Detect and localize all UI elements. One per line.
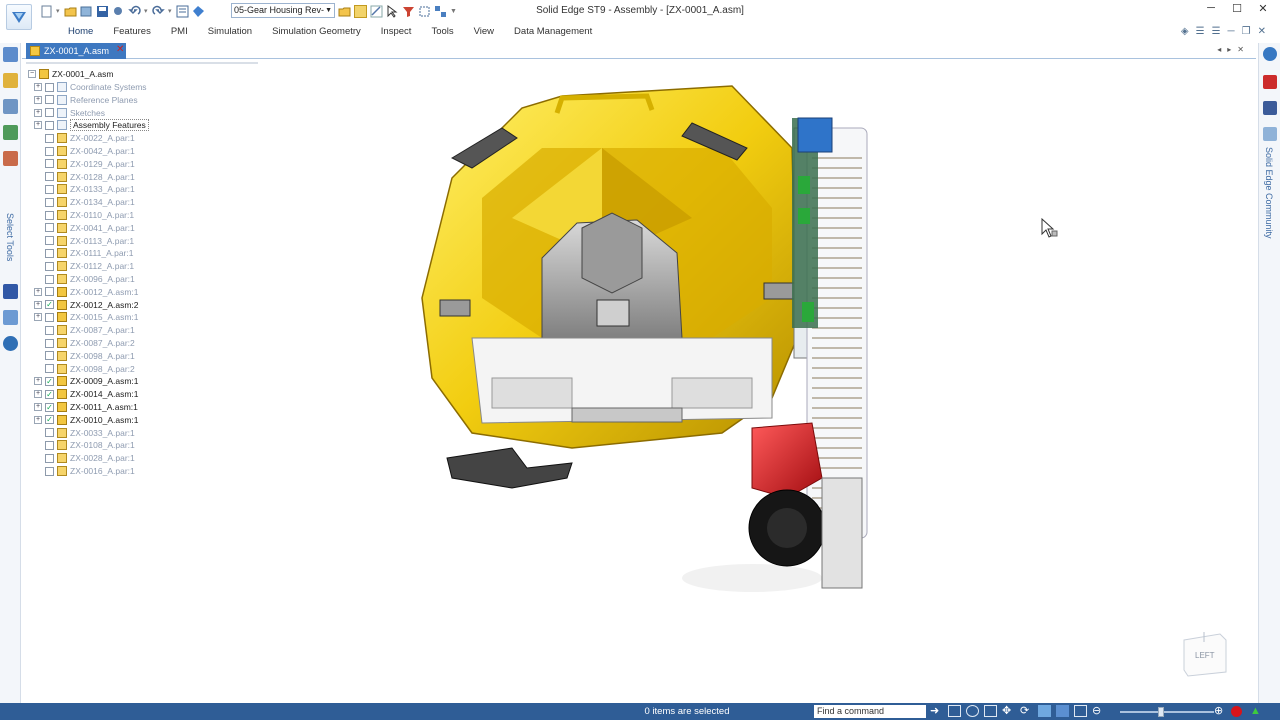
status-bar: 0 items are selected Find a command ➜ ✥ …	[0, 703, 1280, 720]
tab-pmi[interactable]: PMI	[161, 22, 198, 42]
tab-home[interactable]: Home	[58, 22, 103, 42]
window-title: Solid Edge ST9 - Assembly - [ZX-0001_A.a…	[536, 5, 744, 16]
select-tools-tab[interactable]: Select Tools	[4, 213, 16, 273]
list-icon[interactable]: ☰	[1196, 26, 1205, 37]
view-tools: ➜ ✥ ⟳ ⊖	[930, 705, 1105, 717]
sensors-icon[interactable]	[3, 151, 18, 166]
minimize-icon[interactable]: ─	[1202, 2, 1220, 15]
zoom-in-icon[interactable]: ⊕	[1214, 705, 1227, 717]
zoom-slider-thumb[interactable]	[1158, 707, 1164, 717]
tab-simulation[interactable]: Simulation	[198, 22, 262, 42]
color-manager-icon[interactable]	[3, 284, 18, 299]
shaded-view-icon[interactable]	[1056, 705, 1069, 717]
community-icon[interactable]	[1263, 127, 1277, 141]
window-controls: ─ ☐ ✕	[1202, 2, 1272, 15]
mouse-cursor-icon	[1041, 218, 1058, 238]
maximize-icon[interactable]: ☐	[1228, 2, 1246, 15]
ribbon-minimize-icon[interactable]: ─	[1228, 26, 1235, 37]
zoom-out-icon[interactable]: ⊖	[1092, 705, 1105, 717]
document-tab[interactable]: ZX-0001_A.asm	[26, 43, 126, 59]
chevron-right-icon[interactable]: ▸	[1227, 45, 1231, 54]
community-label: Solid Edge Community	[1264, 147, 1274, 239]
tabs-close-icon[interactable]: ✕	[1237, 45, 1244, 54]
diamond-icon[interactable]: ◈	[1181, 26, 1189, 37]
ribbon-right-controls: ◈ ☰ ☰ ─ ❐ ✕	[1181, 26, 1266, 37]
rotate-icon[interactable]: ⟳	[1020, 705, 1033, 717]
fit-view-icon[interactable]	[948, 705, 961, 717]
view-cube-label: LEFT	[1195, 651, 1215, 660]
gear-housing-assembly-model[interactable]	[392, 38, 912, 598]
tab-features[interactable]: Features	[103, 22, 161, 42]
pathfinder-icon[interactable]	[3, 47, 18, 62]
upload-icon[interactable]: ▲	[1250, 706, 1263, 718]
close-icon[interactable]: ✕	[1254, 2, 1272, 15]
zoom-icon[interactable]	[966, 705, 979, 717]
left-dock-toolbar: Select Tools	[0, 43, 21, 703]
arrow-right-icon[interactable]: ➜	[930, 705, 943, 717]
sketch-view-icon[interactable]	[1038, 705, 1051, 717]
close-document-icon[interactable]: ✕	[116, 44, 126, 56]
right-dock-toolbar: Solid Edge Community	[1258, 43, 1280, 703]
ribbon-restore-icon[interactable]: ❐	[1242, 26, 1251, 37]
zoom-area-icon[interactable]	[984, 705, 997, 717]
help-icon[interactable]	[1263, 47, 1277, 61]
tab-simulation-geometry[interactable]: Simulation Geometry	[262, 22, 371, 42]
pan-icon[interactable]: ✥	[1002, 705, 1015, 717]
document-tab-label: ZX-0001_A.asm	[44, 46, 110, 56]
layers-icon[interactable]	[3, 125, 18, 140]
tab-strip-scroll: ◂ ▸ ✕	[1217, 45, 1244, 54]
options-icon[interactable]: ☰	[1212, 26, 1221, 37]
zoom-slider[interactable]	[1120, 711, 1214, 713]
title-bar: ▾ ▾ ▾ 05-Gear Housing Rev- ▼ ▼ Solid Edg…	[0, 0, 1280, 30]
ribbon-close-icon[interactable]: ✕	[1258, 26, 1266, 37]
community-tab[interactable]: Solid Edge Community	[1263, 147, 1275, 257]
display-icon[interactable]	[1074, 705, 1087, 717]
assembly-icon	[30, 46, 40, 56]
parts-library-icon[interactable]	[3, 73, 18, 88]
chevron-left-icon[interactable]: ◂	[1217, 45, 1221, 54]
settings-gear-icon[interactable]	[3, 336, 18, 351]
record-icon[interactable]	[1231, 706, 1242, 717]
select-tools-label: Select Tools	[5, 213, 15, 262]
feature-library-icon[interactable]	[3, 99, 18, 114]
facebook-icon[interactable]	[1263, 101, 1277, 115]
grid-icon[interactable]	[3, 310, 18, 325]
youtube-icon[interactable]	[1263, 75, 1277, 89]
find-command-input[interactable]: Find a command	[814, 705, 926, 718]
